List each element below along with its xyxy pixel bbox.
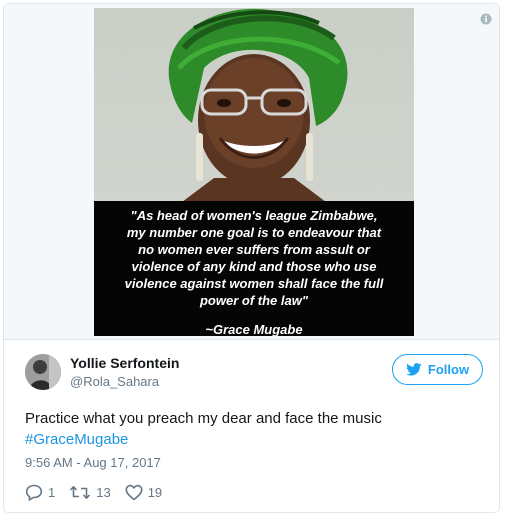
reply-button[interactable]: 1 [25, 484, 55, 501]
user-name[interactable]: Yollie Serfontein [70, 355, 179, 371]
reply-count: 1 [48, 484, 56, 500]
follow-label: Follow [427, 362, 470, 377]
quote-panel: "As head of women's league Zimbabwe, my … [94, 201, 414, 336]
tweet-card: "As head of women's league Zimbabwe, my … [3, 3, 500, 513]
media-divider [4, 339, 499, 340]
quote-image: "As head of women's league Zimbabwe, my … [94, 8, 414, 336]
avatar[interactable] [25, 354, 61, 390]
like-button[interactable]: 19 [125, 484, 162, 501]
quote-text: "As head of women's league Zimbabwe, my … [124, 208, 384, 308]
tweet-text: Practice what you preach my dear and fac… [25, 408, 485, 450]
timestamp[interactable]: 9:56 AM - Aug 17, 2017 [25, 455, 161, 470]
user-handle[interactable]: @Rola_Sahara [70, 374, 159, 389]
retweet-count: 13 [96, 484, 111, 500]
like-count: 19 [147, 484, 163, 500]
portrait-illustration [168, 8, 348, 208]
hashtag-link[interactable]: #GraceMugabe [25, 429, 485, 450]
info-icon[interactable] [480, 13, 492, 25]
retweet-icon [70, 485, 91, 499]
tweet-actions: 1 13 19 [25, 482, 176, 502]
retweet-button[interactable]: 13 [69, 484, 111, 501]
quote-author: ~Grace Mugabe [205, 322, 303, 336]
tweet-body: Practice what you preach my dear and fac… [25, 410, 382, 427]
follow-button[interactable]: Follow [392, 354, 483, 385]
avatar-image [25, 354, 61, 390]
tweet-media[interactable]: "As head of women's league Zimbabwe, my … [4, 4, 499, 339]
heart-icon [125, 484, 143, 500]
reply-icon [25, 484, 43, 501]
twitter-bird-icon [406, 363, 422, 376]
